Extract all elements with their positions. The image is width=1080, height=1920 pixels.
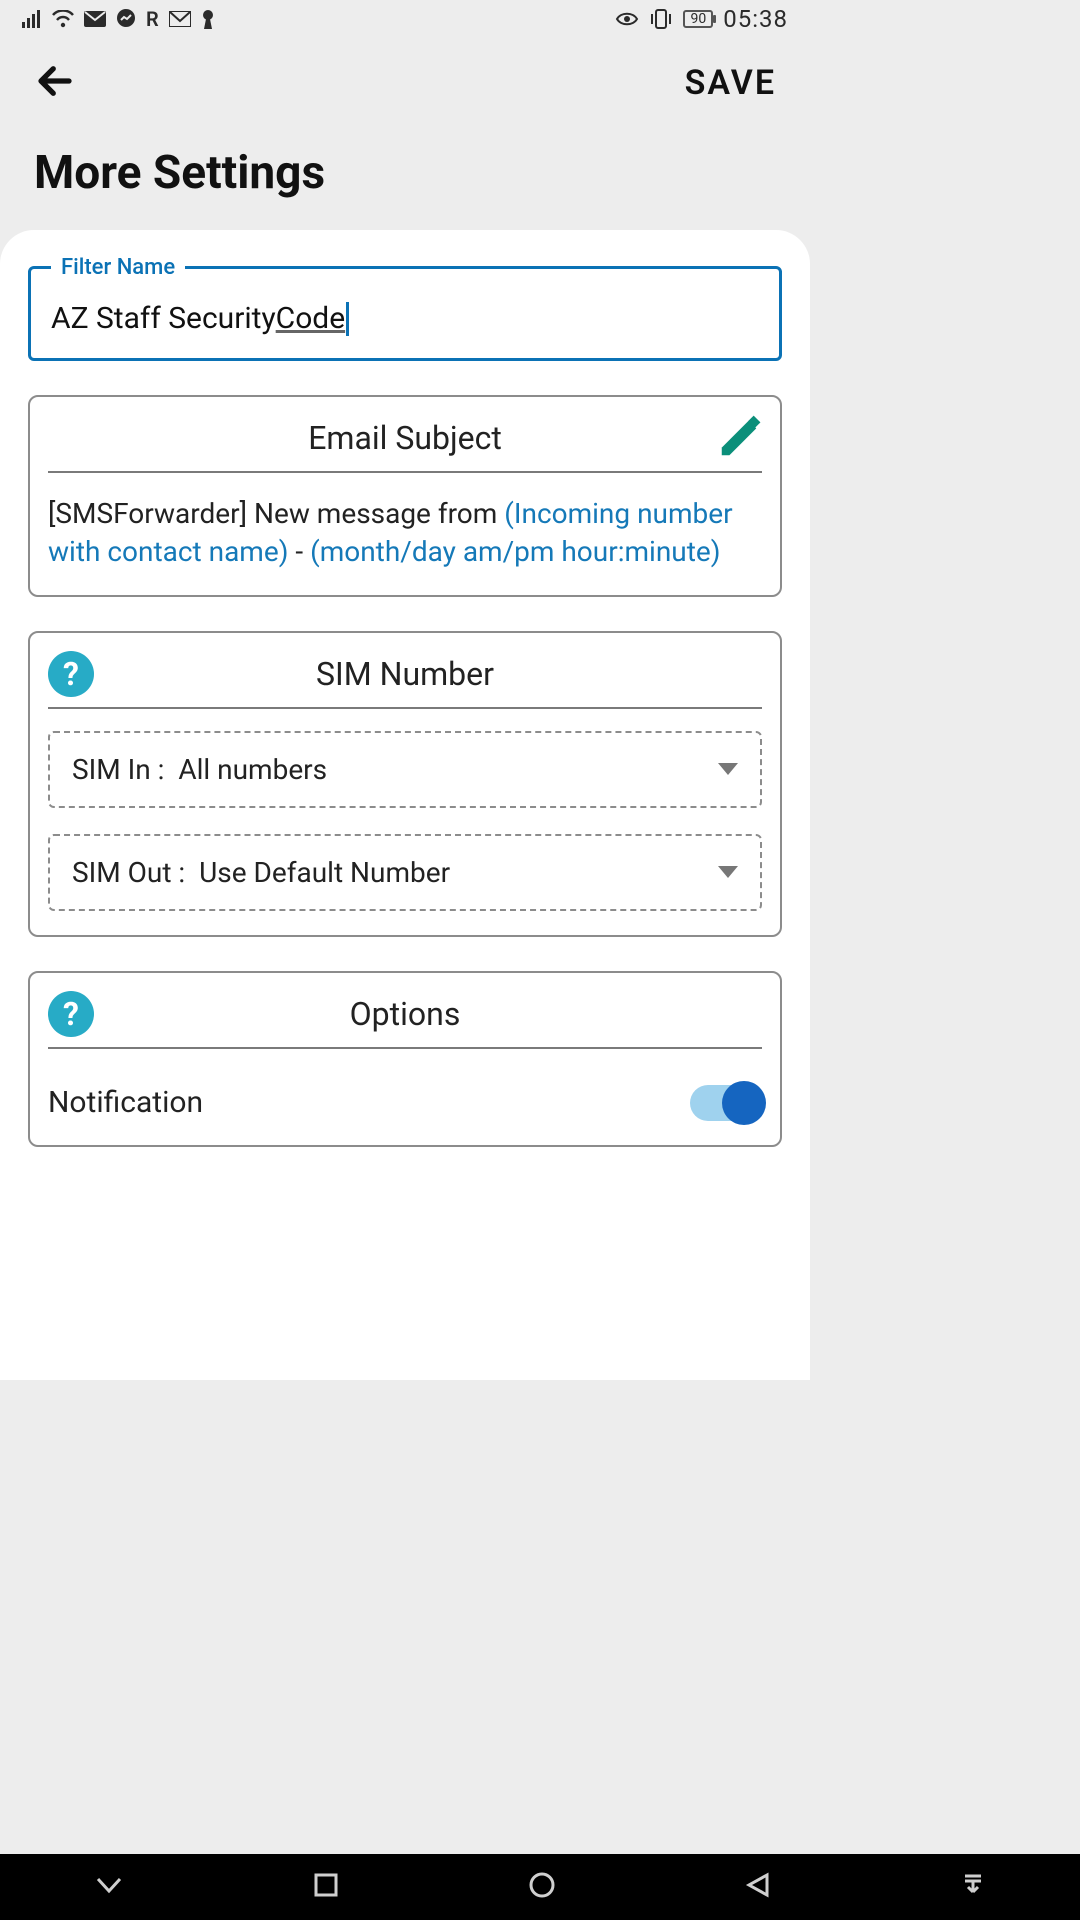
- email-subject-card: Email Subject [SMSForwarder] New message…: [28, 395, 782, 597]
- mail-icon: [84, 11, 106, 27]
- filter-name-value-underlined: Code: [276, 301, 345, 336]
- back-button[interactable]: [34, 60, 76, 106]
- app-bar: SAVE: [0, 38, 810, 128]
- filter-name-value-prefix: AZ Staff Security: [51, 301, 276, 336]
- sim-in-value: All numbers: [178, 753, 327, 786]
- text-caret: [346, 302, 349, 336]
- filter-name-field[interactable]: Filter Name AZ Staff Security Code: [28, 266, 782, 361]
- signal-icon: [22, 10, 42, 28]
- eye-icon: [615, 11, 639, 27]
- nav-recents-icon[interactable]: [313, 1872, 339, 1902]
- chevron-down-icon: [718, 763, 738, 775]
- notification-label: Notification: [48, 1085, 203, 1120]
- help-icon[interactable]: ?: [48, 991, 94, 1037]
- email-subject-template: [SMSForwarder] New message from (Incomin…: [48, 495, 762, 571]
- battery-icon: 90: [683, 10, 713, 28]
- nav-download-icon[interactable]: [960, 1872, 986, 1902]
- page-title: More Settings: [0, 128, 810, 230]
- edit-icon[interactable]: [716, 415, 762, 465]
- notification-row: Notification: [48, 1071, 762, 1121]
- messenger-icon: [116, 9, 136, 29]
- email-subject-sep: -: [288, 535, 310, 568]
- email-subject-title: Email Subject: [308, 419, 502, 457]
- gmail-icon: [169, 11, 191, 27]
- options-card: ? Options Notification: [28, 971, 782, 1147]
- vibrate-icon: [649, 9, 673, 29]
- sim-out-select[interactable]: SIM Out : Use Default Number: [48, 834, 762, 911]
- nav-hide-keyboard-icon[interactable]: [94, 1875, 124, 1899]
- filter-name-label: Filter Name: [51, 255, 185, 280]
- nav-back-icon[interactable]: [745, 1872, 771, 1902]
- chevron-down-icon: [718, 866, 738, 878]
- sim-number-title: SIM Number: [316, 655, 494, 693]
- wifi-icon: [52, 10, 74, 28]
- sim-in-label: SIM In :: [72, 753, 164, 786]
- email-subject-prefix: [SMSForwarder] New message from: [48, 497, 504, 530]
- sim-in-select[interactable]: SIM In : All numbers: [48, 731, 762, 808]
- sim-out-label: SIM Out :: [72, 856, 185, 889]
- status-bar: R 90 05:38: [0, 0, 810, 38]
- sim-number-card: ? SIM Number SIM In : All numbers SIM Ou…: [28, 631, 782, 937]
- clock: 05:38: [723, 5, 788, 33]
- nav-home-icon[interactable]: [528, 1871, 556, 1903]
- filter-name-input[interactable]: AZ Staff Security Code: [51, 301, 759, 336]
- email-subject-token-2: (month/day am/pm hour:minute): [310, 535, 720, 568]
- sim-out-value: Use Default Number: [199, 856, 450, 889]
- roaming-icon: R: [146, 7, 159, 31]
- help-icon[interactable]: ?: [48, 651, 94, 697]
- system-nav-bar: [0, 1854, 1080, 1920]
- save-button[interactable]: SAVE: [685, 63, 776, 103]
- keyhole-icon: [201, 9, 215, 29]
- notification-toggle[interactable]: [690, 1085, 762, 1121]
- settings-surface: Filter Name AZ Staff Security Code Email…: [0, 230, 810, 1380]
- options-title: Options: [350, 995, 461, 1033]
